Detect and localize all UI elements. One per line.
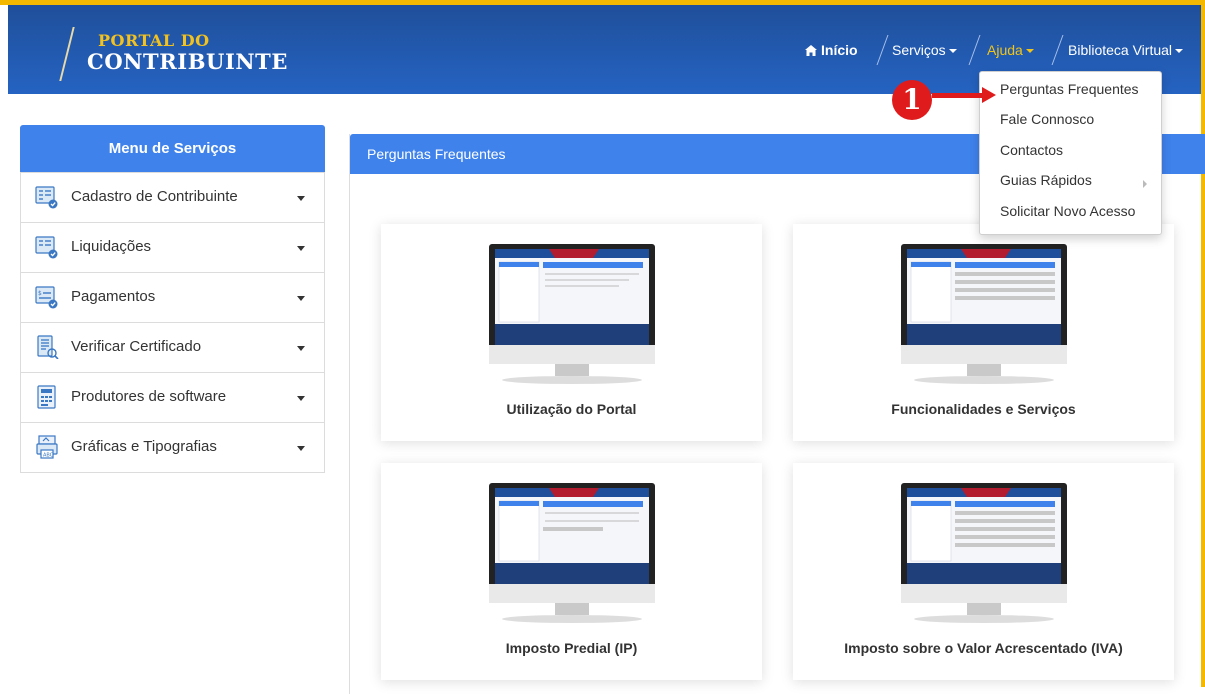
sidebar-item-label: Liquidações	[71, 238, 152, 255]
nav-separator	[876, 35, 889, 65]
nav-separator	[968, 35, 981, 65]
menu-item-fale-connosco[interactable]: Fale Connosco	[1000, 111, 1094, 127]
certificate-icon	[37, 335, 59, 359]
faq-card-iva[interactable]: Imposto sobre o Valor Acrescentado (IVA)	[793, 463, 1174, 680]
menu-item-guias-rapidos[interactable]: Guias Rápidos	[1000, 172, 1092, 188]
sidebar-item-label: Produtores de software	[71, 388, 227, 405]
faq-card-utilizacao-portal[interactable]: Utilização do Portal	[381, 224, 762, 441]
svg-text:$: $	[38, 290, 42, 297]
sidebar-item-graficas-tipografias[interactable]: ABC Gráficas e Tipografias	[20, 423, 325, 473]
logo-line1[interactable]: PORTAL DO	[98, 31, 210, 50]
sidebar-item-label: Verificar Certificado	[71, 338, 202, 355]
nav-biblioteca-label: Biblioteca Virtual	[1068, 42, 1173, 58]
home-icon	[805, 45, 817, 56]
form-icon	[35, 236, 58, 259]
card-label: Imposto sobre o Valor Acrescentado (IVA)	[844, 640, 1123, 656]
logo-line2[interactable]: CONTRIBUINTE	[87, 49, 288, 74]
svg-text:ABC: ABC	[43, 453, 54, 459]
caret-down-icon	[297, 246, 305, 251]
sidebar-item-label: Pagamentos	[71, 288, 156, 305]
sidebar-item-pagamentos[interactable]: $ Pagamentos	[20, 273, 325, 323]
sidebar-item-verificar-certificado[interactable]: Verificar Certificado	[20, 323, 325, 373]
monitor-screenshot-icon	[901, 483, 1067, 623]
form-icon	[35, 186, 58, 209]
caret-down-icon	[297, 396, 305, 401]
monitor-screenshot-icon	[901, 244, 1067, 384]
nav-inicio[interactable]: Início	[805, 42, 858, 58]
sidebar-title: Menu de Serviços	[20, 125, 325, 172]
menu-item-perguntas-frequentes[interactable]: Perguntas Frequentes	[1000, 81, 1139, 97]
monitor-screenshot-icon	[489, 244, 655, 384]
card-label: Utilização do Portal	[506, 401, 637, 417]
annotation-arrow-icon	[982, 87, 996, 103]
calculator-icon	[37, 385, 56, 409]
caret-down-icon	[1175, 49, 1184, 54]
card-label: Imposto Predial (IP)	[505, 640, 638, 656]
menu-item-contactos[interactable]: Contactos	[1000, 142, 1063, 158]
caret-down-icon	[948, 49, 957, 54]
printer-icon: ABC	[36, 435, 58, 459]
sidebar-item-label: Cadastro de Contribuinte	[71, 188, 238, 205]
ajuda-dropdown-menu: Perguntas Frequentes Fale Connosco Conta…	[979, 71, 1162, 235]
caret-down-icon	[297, 196, 305, 201]
nav-servicos[interactable]: Serviços	[892, 42, 957, 58]
nav-separator	[1051, 35, 1064, 65]
card-label: Funcionalidades e Serviços	[891, 401, 1076, 417]
step-badge: 1	[892, 80, 932, 120]
menu-item-solicitar-novo-acesso[interactable]: Solicitar Novo Acesso	[1000, 203, 1135, 219]
faq-card-imposto-predial[interactable]: Imposto Predial (IP)	[381, 463, 762, 680]
nav-biblioteca-virtual[interactable]: Biblioteca Virtual	[1068, 42, 1184, 58]
form-icon: $	[35, 286, 58, 309]
monitor-screenshot-icon	[489, 483, 655, 623]
nav-servicos-label: Serviços	[892, 42, 946, 58]
caret-down-icon	[297, 346, 305, 351]
chevron-right-icon	[1143, 180, 1147, 188]
caret-down-icon	[1025, 49, 1034, 54]
annotation-arrow-line	[932, 93, 984, 98]
caret-down-icon	[297, 296, 305, 301]
sidebar-item-produtores-software[interactable]: Produtores de software	[20, 373, 325, 423]
caret-down-icon	[297, 446, 305, 451]
sidebar-item-cadastro[interactable]: Cadastro de Contribuinte	[20, 172, 325, 223]
faq-card-funcionalidades-servicos[interactable]: Funcionalidades e Serviços	[793, 224, 1174, 441]
services-sidebar: Menu de Serviços Cadastro de Contribuint…	[20, 125, 325, 473]
sidebar-item-label: Gráficas e Tipografias	[71, 438, 217, 455]
sidebar-item-liquidacoes[interactable]: Liquidações	[20, 223, 325, 273]
nav-inicio-label: Início	[821, 42, 858, 58]
nav-ajuda[interactable]: Ajuda	[987, 42, 1034, 58]
nav-ajuda-label: Ajuda	[987, 42, 1023, 58]
logo-slash	[59, 27, 75, 81]
